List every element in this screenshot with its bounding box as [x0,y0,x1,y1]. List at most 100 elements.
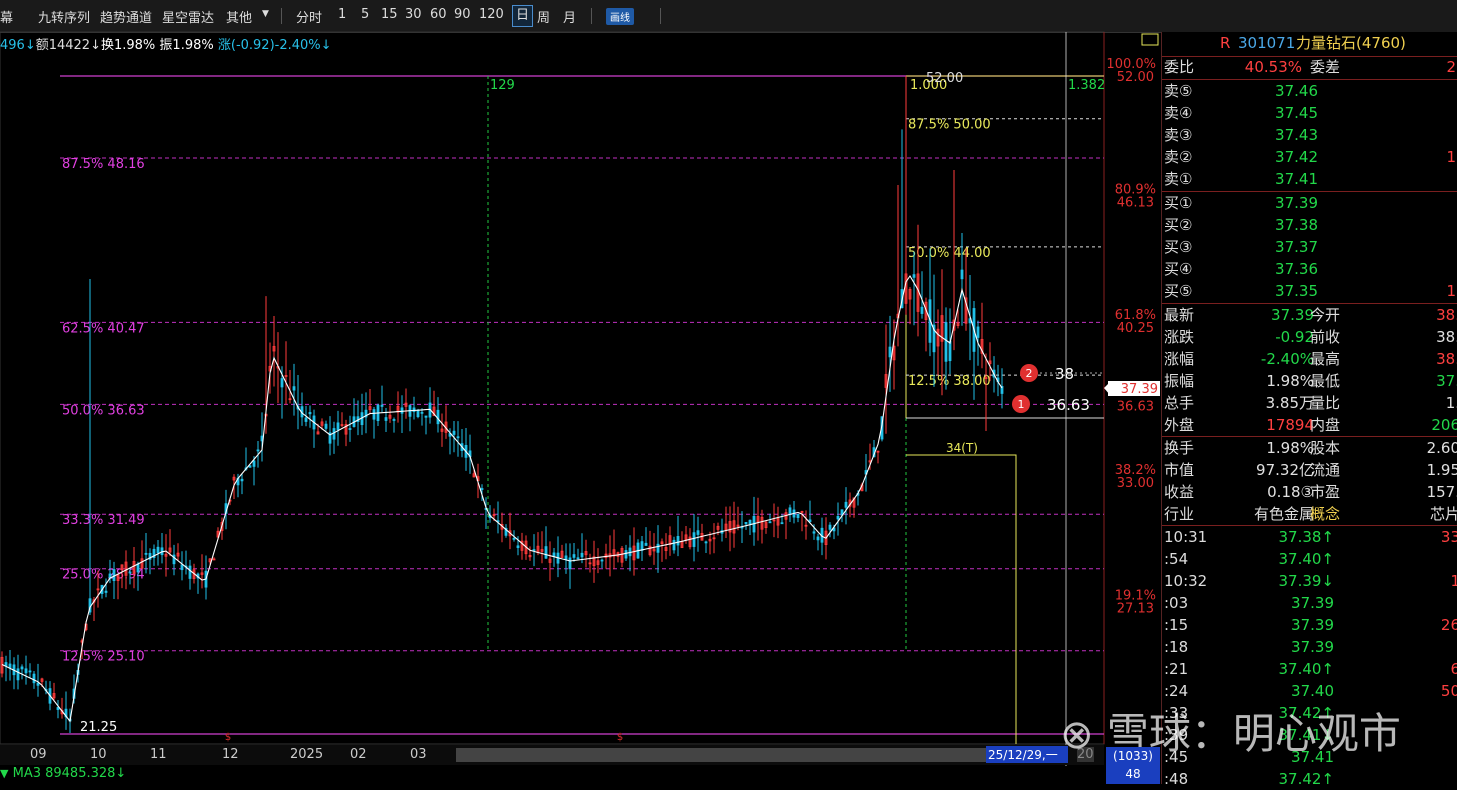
axis-price-extra: 36.63 [1117,399,1154,414]
buy-price: 37.38 [1275,216,1318,234]
quote-label-2: 最低 [1310,372,1341,390]
sell-price: 37.46 [1275,82,1318,100]
sell-row: 卖① 37.41 [1162,168,1457,190]
quote-value: 37.39 [1271,306,1314,324]
sell-label: 卖④ [1164,104,1193,122]
buy-label: 买③ [1164,238,1193,256]
quote-value-2: 206 [1431,416,1457,434]
ratio-label: 1.382 [1068,78,1105,93]
candle-body [56,707,60,710]
candle-body [624,550,628,559]
fund-row: 行业 有色金属 概念 芯片 [1162,503,1457,525]
fund-label-2: 流通 [1310,461,1341,479]
panel-header: R 301071 力量钻石(4760) [1162,32,1457,54]
candle-body [568,557,572,570]
candle-body [292,386,296,391]
buy-label: 买② [1164,216,1193,234]
candle-body [332,428,336,440]
weibi-label: 委比 [1164,58,1195,76]
buy-row: 买⑤ 37.35 1 [1162,280,1457,302]
buy-label: 买⑤ [1164,282,1193,300]
axis-price: 40.25 [1117,321,1154,336]
sell-row: 卖③ 37.43 [1162,124,1457,146]
tick-row: :03 37.39 [1162,592,1457,614]
tick-row: :21 37.40↑ 6 [1162,658,1457,680]
candle-body [788,507,792,514]
fib-left-label: 12.5% 25.10 [62,650,145,665]
fund-value: 97.32亿 [1256,461,1314,479]
tick-price: 37.40↑ [1278,660,1334,678]
candle-body [564,555,568,561]
quote-label: 涨跌 [1164,328,1195,346]
candle-body [336,422,340,431]
candle-body [156,546,160,554]
quote-label-2: 今开 [1310,306,1341,324]
quote-label: 外盘 [1164,416,1195,434]
candle-body [424,415,428,418]
tick-price: 37.39 [1291,616,1334,634]
candle-body [976,326,980,338]
watermark-logo-icon: ⊗ [1060,712,1094,758]
tick-price: 37.39↓ [1278,572,1334,590]
s-marker: $ [225,732,231,743]
candle-body [280,378,284,388]
tick-price: 37.39 [1291,594,1334,612]
tick-row: 10:32 37.39↓ 1 [1162,570,1457,592]
date-cursor: 25/12/29,一 [986,746,1068,763]
quote-panel: R 301071 力量钻石(4760) 委比 40.53% 委差 2 卖⑤ 37.46 卖④ 37.… [1161,32,1457,788]
fund-label-2: 概念 [1310,505,1341,523]
candle-body [348,428,352,430]
sell-row: 卖④ 37.45 [1162,102,1457,124]
quote-value: 3.85万 [1265,394,1314,412]
axis-price: 46.13 [1117,195,1154,210]
ma-line [1,274,1003,723]
s-marker: $ [617,732,623,743]
tick-time: :21 [1164,660,1189,678]
fund-row: 收益 0.18③ 市盈 157. [1162,481,1457,503]
fund-value-2: 2.60 [1426,439,1457,457]
candle-body [512,537,516,540]
candle-body [412,407,416,413]
quote-label: 振幅 [1164,372,1195,390]
candle-body [480,488,484,490]
candle-body [372,409,376,420]
candle-body [828,524,832,530]
tick-time: :18 [1164,638,1189,656]
candle-body [180,564,184,571]
quote-label: 总手 [1164,394,1195,412]
buy-label: 买④ [1164,260,1193,278]
quote-label: 最新 [1164,306,1195,324]
kline-chart[interactable]: 87.5% 48.16 62.5% 40.47 50.0% 36.63 33.3% 3… [0,0,1160,784]
sell-row: 卖⑤ 37.46 [1162,80,1457,102]
date-label: 10 [90,747,107,762]
buy-row: 买④ 37.36 [1162,258,1457,280]
quote-row: 最新 37.39今开 38. [1162,304,1457,326]
weibi-row: 委比 40.53% 委差 2 [1162,56,1457,78]
date-label: 12 [222,747,239,762]
candle-body [416,409,420,418]
fund-label: 换手 [1164,439,1195,457]
candle-body [796,513,800,518]
stock-code: 301071 [1238,34,1296,52]
axis-price: 27.13 [1117,601,1154,616]
weibi-value: 40.53% [1244,58,1302,76]
candle-body [252,460,256,467]
axis-price: 52.00 [1117,70,1154,85]
quote-value: -2.40% [1260,350,1314,368]
candle-body [960,269,964,280]
candle-body [8,663,12,669]
corner-box [1141,33,1159,46]
candle-body [744,521,748,525]
candle-body [32,673,36,684]
quote-value: 17894 [1266,416,1314,434]
quote-label-2: 前收 [1310,328,1341,346]
period-label: 129 [490,78,515,93]
date-label: 11 [150,747,167,762]
candle-body [436,409,440,425]
fib-right-label: 50.0% 44.00 [908,246,991,261]
candle-body [112,569,116,582]
tick-row: 10:31 37.38↑ 33 [1162,526,1457,548]
buy-row: 买② 37.38 [1162,214,1457,236]
scrollbar[interactable] [456,748,986,762]
sell-row: 卖② 37.42 1 [1162,146,1457,168]
